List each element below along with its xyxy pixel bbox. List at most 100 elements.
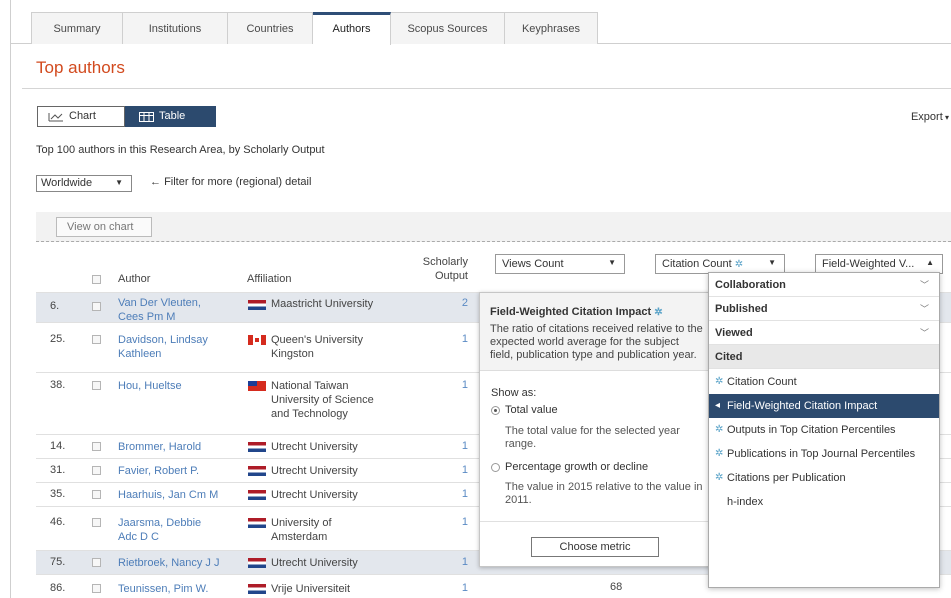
tab-summary[interactable]: Summary (31, 12, 123, 44)
chevron-down-icon: ﹀ (919, 280, 929, 290)
author-name-line1[interactable]: Jaarsma, Debbie (118, 516, 201, 530)
menu-group-label: Published (715, 303, 768, 315)
author-name[interactable]: Favier, Robert P. (118, 464, 199, 478)
gear-icon: ✲ (715, 472, 724, 483)
affiliation-line1: University of (271, 517, 332, 529)
menu-group-published[interactable]: Published ﹀ (709, 297, 939, 321)
region-select-value: Worldwide (41, 177, 93, 189)
radio-percentage-growth[interactable] (491, 463, 500, 472)
menu-item-label: Publications in Top Journal Percentiles (727, 448, 916, 460)
chevron-down-icon: ▼ (768, 258, 776, 267)
author-name[interactable]: Hou, Hueltse (118, 379, 182, 393)
menu-item-label: Field-Weighted Citation Impact (727, 400, 878, 412)
affiliation-line1: Queen's University (271, 334, 363, 346)
radio-total-value-desc: The total value for the selected year ra… (505, 425, 680, 450)
gear-icon: ✲ (654, 307, 663, 318)
table-icon (139, 112, 154, 122)
row-checkbox[interactable] (92, 302, 101, 311)
row-checkbox[interactable] (92, 466, 101, 475)
row-rank: 14. (50, 440, 66, 452)
row-checkbox[interactable] (92, 442, 101, 451)
radio-total-value[interactable] (491, 406, 500, 415)
scholarly-output[interactable]: 2 (438, 297, 468, 309)
flag-netherlands-icon (248, 466, 266, 476)
column-header-output-line1[interactable]: Scholarly (410, 256, 468, 268)
row-checkbox[interactable] (92, 381, 101, 390)
metric-select-field-weighted[interactable]: Field-Weighted V... ▲ (815, 254, 943, 274)
column-header-author[interactable]: Author (118, 273, 150, 285)
flag-netherlands-icon (248, 490, 266, 500)
tab-institutions[interactable]: Institutions (123, 12, 228, 44)
column-header-affiliation[interactable]: Affiliation (247, 273, 291, 285)
scholarly-output[interactable]: 1 (438, 379, 468, 391)
chart-view-button[interactable]: Chart (37, 106, 125, 127)
scholarly-output[interactable]: 1 (438, 488, 468, 500)
chevron-up-icon: ▲ (926, 258, 934, 267)
row-checkbox[interactable] (92, 518, 101, 527)
author-name[interactable]: Rietbroek, Nancy J J (118, 556, 219, 570)
row-rank: 86. (50, 582, 66, 594)
author-name-line1[interactable]: Davidson, Lindsay (118, 333, 208, 347)
menu-item-h-index[interactable]: h-index (709, 490, 939, 514)
scholarly-output[interactable]: 1 (438, 556, 468, 568)
region-select[interactable]: Worldwide ▼ (36, 175, 132, 192)
tab-authors[interactable]: Authors (313, 12, 391, 45)
select-all-checkbox[interactable] (92, 275, 101, 284)
menu-item-publications-top-journal-percentiles[interactable]: ✲ Publications in Top Journal Percentiles (709, 442, 939, 466)
affiliation: Utrecht University (271, 557, 358, 569)
gear-icon: ✲ (715, 448, 724, 459)
menu-group-viewed[interactable]: Viewed ﹀ (709, 321, 939, 345)
metric-select-views-count[interactable]: Views Count ▼ (495, 254, 625, 274)
tab-scopus-sources[interactable]: Scopus Sources (391, 12, 505, 44)
tab-countries[interactable]: Countries (228, 12, 313, 44)
scholarly-output[interactable]: 1 (438, 464, 468, 476)
author-name-line2[interactable]: Kathleen (118, 347, 161, 361)
page-title: Top authors (36, 58, 125, 77)
filter-hint: ← Filter for more (regional) detail (150, 176, 311, 188)
affiliation: Utrecht University (271, 441, 358, 453)
menu-item-citation-count[interactable]: ✲ Citation Count (709, 370, 939, 394)
scholarly-output[interactable]: 1 (438, 440, 468, 452)
table-view-button[interactable]: Table (125, 106, 216, 127)
author-name-line2[interactable]: Adc D C (118, 530, 159, 544)
view-on-chart-button[interactable]: View on chart (56, 217, 152, 237)
frame-border (10, 0, 11, 598)
row-checkbox[interactable] (92, 490, 101, 499)
menu-item-outputs-top-citation-percentiles[interactable]: ✲ Outputs in Top Citation Percentiles (709, 418, 939, 442)
scholarly-output[interactable]: 1 (438, 582, 468, 594)
author-name[interactable]: Haarhuis, Jan Cm M (118, 488, 218, 502)
radio-percentage-growth-label[interactable]: Percentage growth or decline (505, 461, 648, 473)
menu-item-citations-per-publication[interactable]: ✲ Citations per Publication (709, 466, 939, 490)
author-name[interactable]: Teunissen, Pim W. (118, 582, 208, 596)
scholarly-output[interactable]: 1 (438, 516, 468, 528)
author-name-line1[interactable]: Van Der Vleuten, (118, 296, 201, 310)
radio-percentage-growth-desc: The value in 2015 relative to the value … (505, 481, 703, 506)
menu-group-cited[interactable]: Cited (709, 345, 939, 369)
filter-hint-text: Filter for more (regional) detail (164, 176, 312, 188)
popover-title-text: Field-Weighted Citation Impact (490, 306, 652, 318)
choose-metric-button[interactable]: Choose metric (531, 537, 659, 557)
view-on-chart-label: View on chart (67, 221, 134, 233)
row-checkbox[interactable] (92, 584, 101, 593)
menu-item-field-weighted-citation-impact[interactable]: ◂ Field-Weighted Citation Impact (709, 394, 939, 418)
row-rank: 46. (50, 516, 66, 528)
author-name[interactable]: Brommer, Harold (118, 440, 201, 454)
popover-divider (480, 521, 712, 522)
menu-item-label: Citation Count (727, 376, 797, 388)
metric-select-citation-count[interactable]: Citation Count ✲ ▼ (655, 254, 785, 274)
menu-group-collaboration[interactable]: Collaboration ﹀ (709, 273, 939, 297)
table-description: Top 100 authors in this Research Area, b… (36, 144, 325, 156)
row-checkbox[interactable] (92, 335, 101, 344)
scholarly-output[interactable]: 1 (438, 333, 468, 345)
radio-total-value-label[interactable]: Total value (505, 404, 558, 416)
tab-keyphrases[interactable]: Keyphrases (505, 12, 598, 44)
chevron-down-icon: ▾ (942, 113, 949, 122)
affiliation-line2: University of Science (271, 394, 374, 406)
column-header-output-line2[interactable]: Output (410, 270, 468, 282)
export-button[interactable]: Export ▾ (911, 111, 949, 123)
metric-select-citation-label: Citation Count (662, 258, 732, 270)
row-checkbox[interactable] (92, 558, 101, 567)
show-as-label: Show as: (491, 387, 537, 399)
flag-netherlands-icon (248, 584, 266, 594)
affiliation-line3: and Technology (271, 408, 348, 420)
